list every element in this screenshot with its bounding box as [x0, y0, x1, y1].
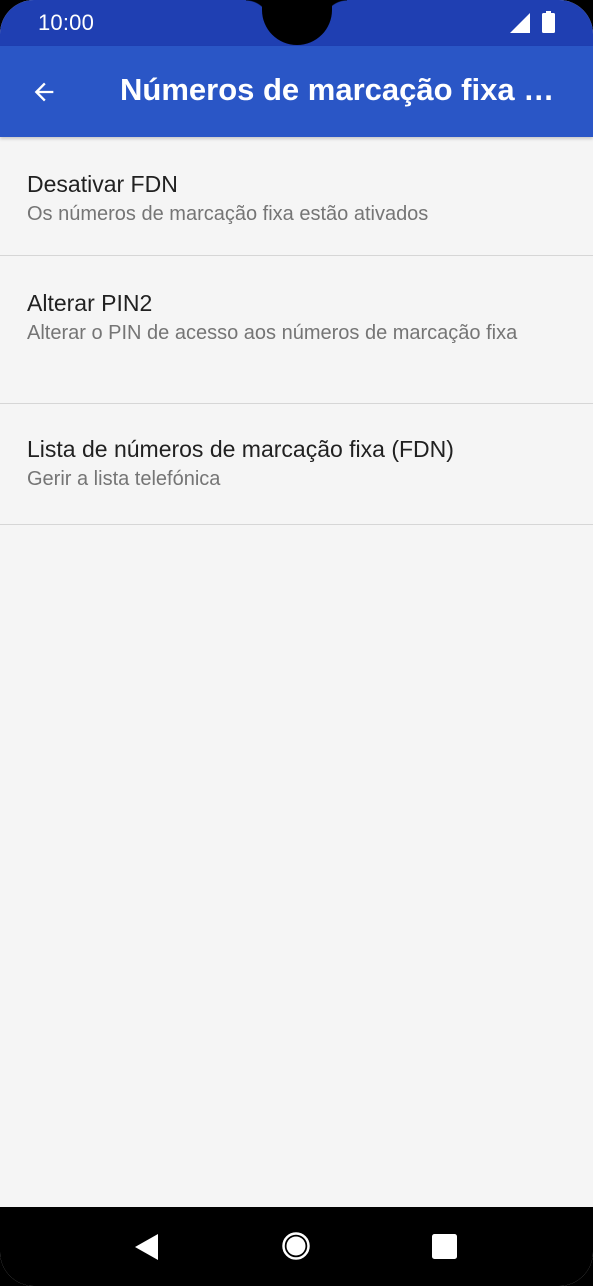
signal-icon: [510, 13, 530, 33]
list-item-summary: Alterar o PIN de acesso aos números de m…: [27, 322, 518, 344]
list-item-title: Lista de números de marcação fixa (FDN): [27, 436, 454, 462]
list-item-change-pin2[interactable]: Alterar PIN2 Alterar o PIN de acesso aos…: [0, 256, 593, 404]
back-button[interactable]: [20, 68, 68, 116]
notch-edge-right: [323, 0, 347, 24]
list-item-disable-fdn[interactable]: Desativar FDN Os números de marcação fix…: [0, 137, 593, 256]
page-title: Números de marcação fixa (FDN): [120, 72, 560, 107]
nav-home-icon[interactable]: [281, 1231, 311, 1261]
nav-back-icon[interactable]: [133, 1233, 161, 1261]
list-item-summary: Os números de marcação fixa estão ativad…: [27, 203, 429, 225]
list-item-fdn-list[interactable]: Lista de números de marcação fixa (FDN) …: [0, 404, 593, 525]
list-item-summary: Gerir a lista telefónica: [27, 468, 221, 490]
app-bar: Números de marcação fixa (FDN): [0, 46, 593, 137]
camera-notch: [262, 0, 332, 45]
status-time: 10:00: [38, 10, 95, 35]
battery-icon: [542, 11, 555, 33]
status-bar: 10:00: [0, 0, 593, 46]
navigation-bar: [0, 1207, 593, 1286]
arrow-back-icon: [34, 82, 54, 102]
list-item-title: Desativar FDN: [27, 171, 178, 197]
phone-screen: 10:00 Números de marcação fixa (FDN) Des…: [0, 0, 593, 1286]
settings-list: Desativar FDN Os números de marcação fix…: [0, 137, 593, 525]
list-item-title: Alterar PIN2: [27, 290, 153, 316]
nav-recents-icon[interactable]: [432, 1234, 457, 1259]
